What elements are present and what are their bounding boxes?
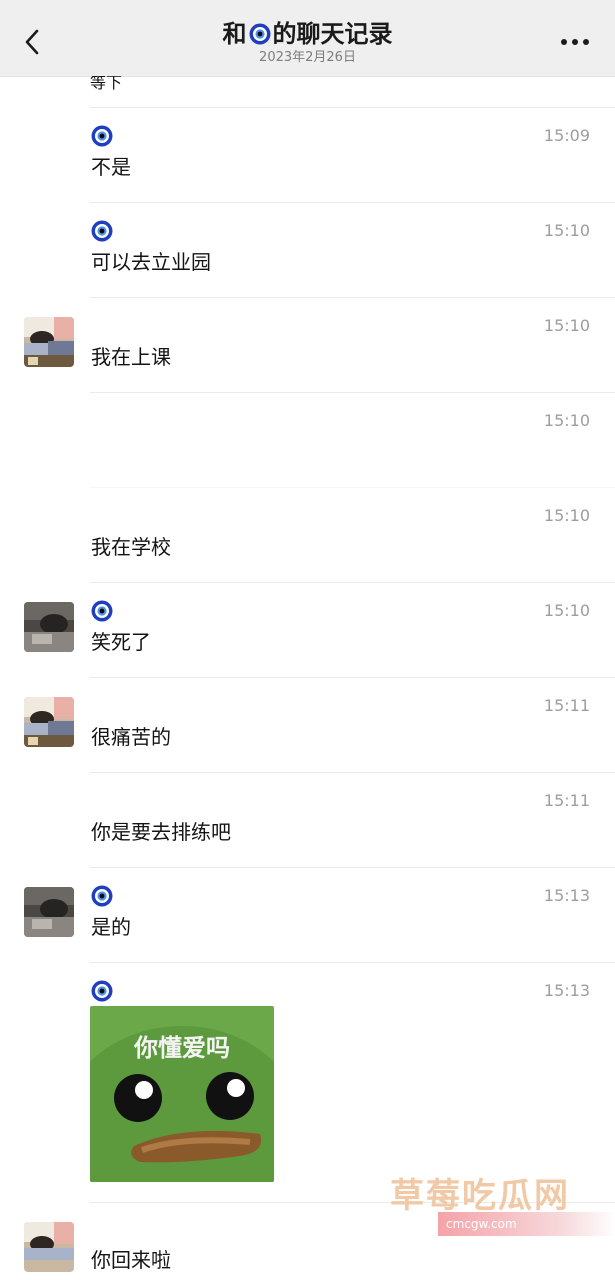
evil-eye-icon [91, 600, 113, 626]
message-time: 15:13 [543, 886, 590, 905]
message-time: 15:10 [543, 411, 590, 430]
page-subtitle-date: 2023年2月26日 [259, 50, 356, 65]
avatar[interactable] [24, 1222, 74, 1272]
chat-message[interactable]: 15:09 不是 [0, 107, 615, 202]
chat-history: 15:09 不是 15:10 可以去立业园 15:10 我在上课 15:10 1… [0, 76, 615, 1280]
message-text: 我在上课 [91, 345, 171, 369]
more-dots-icon [561, 39, 567, 45]
chat-message[interactable]: 15:10 笑死了 [0, 582, 615, 677]
message-time: 15:11 [543, 696, 590, 715]
chevron-left-icon [25, 29, 39, 55]
chat-message[interactable]: 15:10 可以去立业园 [0, 202, 615, 297]
watermark-title: 草莓吃瓜网 [390, 1176, 570, 1216]
back-button[interactable] [20, 24, 44, 60]
more-button[interactable] [561, 32, 589, 52]
avatar[interactable] [24, 697, 74, 747]
message-time: 15:10 [543, 601, 590, 620]
message-time: 15:09 [543, 126, 590, 145]
chat-message[interactable]: 15:11 很痛苦的 [0, 677, 615, 772]
message-text: 是的 [91, 915, 131, 939]
chat-message[interactable]: 15:10 [0, 392, 615, 487]
header-title-area: 和 的聊天记录 2023年2月26日 [150, 18, 465, 66]
sticker-caption: 你懂爱吗 [134, 1034, 230, 1062]
title-prefix: 和 [222, 20, 247, 48]
more-dots-icon [572, 39, 578, 45]
message-text: 你是要去排练吧 [91, 820, 231, 844]
evil-eye-icon [249, 23, 271, 45]
evil-eye-icon [91, 125, 113, 151]
evil-eye-icon [91, 980, 113, 1006]
message-time: 15:13 [543, 981, 590, 1000]
message-text: 不是 [91, 155, 131, 179]
chat-message[interactable]: 15:10 我在上课 [0, 297, 615, 392]
avatar[interactable] [24, 887, 74, 937]
evil-eye-icon [91, 885, 113, 911]
header-bar: 和 的聊天记录 2023年2月26日 [0, 0, 615, 77]
chat-message[interactable]: 15:11 你是要去排练吧 [0, 772, 615, 867]
message-text: 你回来啦 [91, 1248, 171, 1272]
message-text: 可以去立业园 [91, 250, 211, 274]
page-title: 和 的聊天记录 [150, 18, 465, 50]
more-dots-icon [583, 39, 589, 45]
avatar[interactable] [24, 602, 74, 652]
message-text: 笑死了 [91, 630, 151, 654]
sticker-image[interactable]: 你懂爱吗 [90, 1006, 274, 1182]
message-text: 我在学校 [91, 535, 171, 559]
message-time: 15:10 [543, 506, 590, 525]
avatar[interactable] [24, 317, 74, 367]
watermark: 草莓吃瓜网 cmcgw.com [390, 1168, 615, 1248]
message-time: 15:10 [543, 316, 590, 335]
watermark-url: cmcgw.com [438, 1212, 615, 1236]
evil-eye-icon [91, 220, 113, 246]
message-time: 15:11 [543, 791, 590, 810]
title-suffix: 的聊天记录 [272, 20, 393, 48]
chat-message[interactable]: 15:13 是的 [0, 867, 615, 962]
chat-message[interactable]: 15:13 你懂爱吗 [0, 962, 615, 1202]
message-text: 很痛苦的 [91, 725, 171, 749]
chat-message[interactable]: 15:10 我在学校 [0, 487, 615, 582]
message-time: 15:10 [543, 221, 590, 240]
